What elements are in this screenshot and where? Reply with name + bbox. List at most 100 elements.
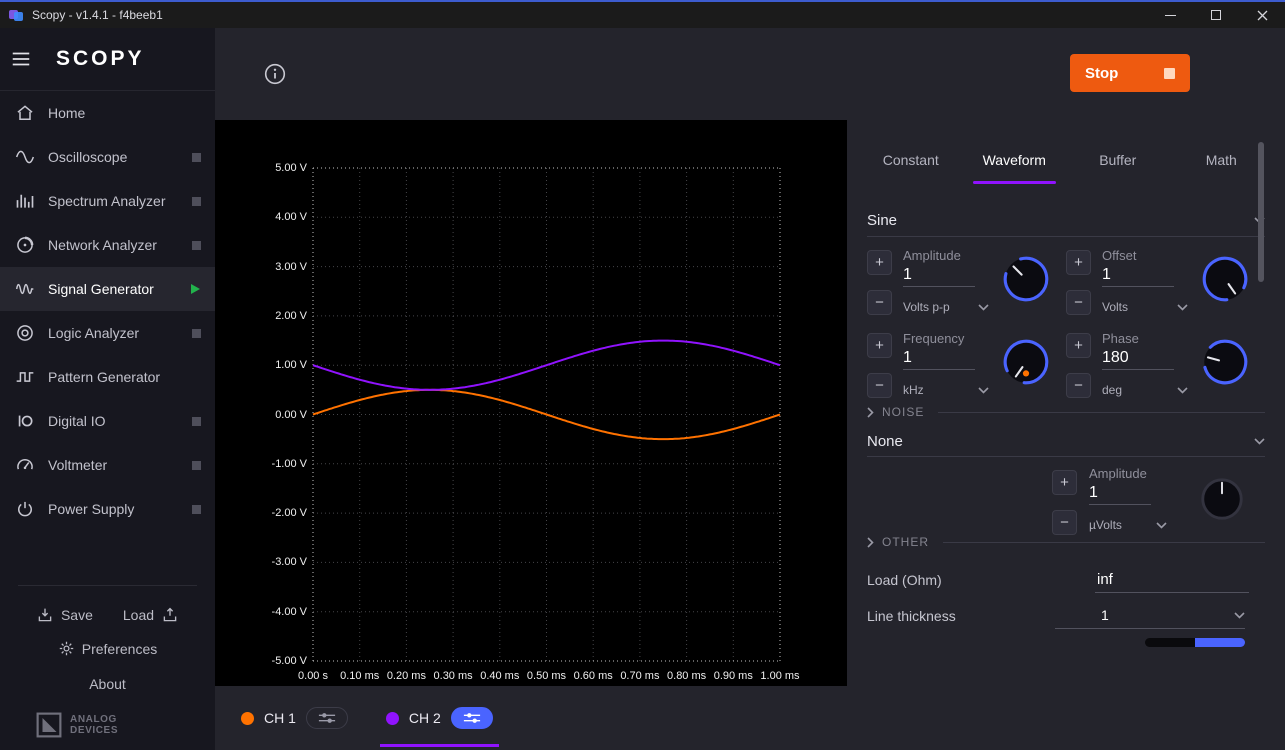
y-axis-tick: -2.00 V	[227, 507, 307, 519]
sidebar-item-logic-analyzer[interactable]: Logic Analyzer	[0, 311, 215, 355]
sidebar-item-label: Power Supply	[48, 501, 134, 517]
brand-line-2: DEVICES	[70, 725, 118, 737]
noise-type-dropdown[interactable]: None	[867, 426, 1265, 457]
noise-section-header[interactable]: NOISE	[867, 404, 1265, 420]
sidebar-header: SCOPY	[0, 28, 215, 90]
x-axis-tick: 1.00 ms	[752, 670, 808, 682]
amplitude-knob[interactable]	[999, 252, 1053, 306]
noise-amplitude-knob[interactable]	[1197, 474, 1247, 524]
sidebar-item-digital-io[interactable]: Digital IO	[0, 399, 215, 443]
noise-amplitude-decrease-button[interactable]: −	[1052, 510, 1077, 535]
y-axis-tick: -3.00 V	[227, 556, 307, 568]
minimize-button[interactable]	[1147, 2, 1193, 28]
sidebar-menu: HomeOscilloscope Spectrum Analyzer Network…	[0, 91, 215, 531]
amplitude-value[interactable]: 1	[903, 266, 975, 287]
run-stop-button[interactable]: Stop	[1070, 54, 1190, 92]
channel-ch-2-settings-toggle[interactable]	[451, 707, 493, 729]
tab-label: Buffer	[1099, 152, 1136, 168]
frequency-decrease-button[interactable]: −	[867, 373, 892, 398]
offset-value[interactable]: 1	[1102, 266, 1174, 287]
info-icon	[264, 63, 286, 85]
maximize-icon	[1211, 10, 1221, 20]
save-icon	[36, 606, 54, 624]
sidebar-item-label: Signal Generator	[48, 281, 154, 297]
channel-ch-1-settings-toggle[interactable]	[306, 707, 348, 729]
panel-scrollbar[interactable]	[1258, 142, 1264, 282]
sidebar-item-pattern-generator[interactable]: Pattern Generator	[0, 355, 215, 399]
sidebar: SCOPY HomeOscilloscope Spectrum Analyzer N…	[0, 28, 215, 750]
sidebar-item-home[interactable]: Home	[0, 91, 215, 135]
noise-amplitude-unit-dropdown[interactable]: µVolts	[1089, 518, 1167, 532]
stopped-indicator-icon	[192, 197, 201, 206]
amplitude-increase-button[interactable]: +	[867, 250, 892, 275]
chevron-down-icon	[1177, 387, 1188, 394]
amplitude-decrease-button[interactable]: −	[867, 290, 892, 315]
channel-bar: CH 1 CH 2	[215, 686, 847, 750]
menu-toggle-button[interactable]	[10, 48, 32, 70]
channel-ch-2-button[interactable]: CH 2	[380, 686, 499, 750]
close-icon	[1257, 10, 1268, 21]
hamburger-icon	[10, 48, 32, 70]
sidebar-item-network-analyzer[interactable]: Network Analyzer	[0, 223, 215, 267]
load-button[interactable]: Load	[123, 606, 179, 624]
signal-plot[interactable]: 5.00 V4.00 V3.00 V2.00 V1.00 V0.00 V-1.0…	[215, 120, 847, 686]
channel-color-dot	[386, 712, 399, 725]
phase-increase-button[interactable]: +	[1066, 333, 1091, 358]
preview-toggle-slider[interactable]	[1145, 638, 1245, 647]
save-button[interactable]: Save	[36, 606, 93, 624]
tab-waveform[interactable]: Waveform	[963, 142, 1067, 178]
chevron-right-icon	[867, 537, 874, 548]
noise-amplitude-value[interactable]: 1	[1089, 484, 1151, 505]
sidebar-item-oscilloscope[interactable]: Oscilloscope	[0, 135, 215, 179]
tab-constant[interactable]: Constant	[859, 142, 963, 178]
y-axis-tick: -5.00 V	[227, 655, 307, 667]
frequency-knob[interactable]	[999, 335, 1053, 389]
stopped-indicator-icon	[192, 461, 201, 470]
window-controls	[1147, 2, 1285, 28]
line-thickness-dropdown[interactable]: 1	[1055, 602, 1245, 629]
frequency-value[interactable]: 1	[903, 349, 975, 370]
brand-line-1: ANALOG	[70, 714, 118, 726]
channel-ch-1-button[interactable]: CH 1	[235, 686, 354, 750]
waveform-type-dropdown[interactable]: Sine	[867, 204, 1265, 237]
amplitude-unit-dropdown[interactable]: Volts p-p	[903, 300, 989, 314]
load-ohm-input[interactable]	[1095, 566, 1249, 593]
noise-amplitude-increase-button[interactable]: +	[1052, 470, 1077, 495]
sidebar-item-power-supply[interactable]: Power Supply	[0, 487, 215, 531]
line-thickness-value: 1	[1101, 607, 1109, 623]
sidebar-item-label: Spectrum Analyzer	[48, 193, 166, 209]
phase-unit-dropdown[interactable]: deg	[1102, 383, 1188, 397]
maximize-button[interactable]	[1193, 2, 1239, 28]
offset-unit-dropdown[interactable]: Volts	[1102, 300, 1188, 314]
info-button[interactable]	[264, 63, 286, 85]
other-section-header[interactable]: OTHER	[867, 534, 1265, 550]
preferences-button[interactable]: Preferences	[58, 640, 157, 657]
tab-buffer[interactable]: Buffer	[1066, 142, 1170, 178]
chevron-right-icon	[867, 407, 874, 418]
phase-knob[interactable]	[1198, 335, 1252, 389]
offset-decrease-button[interactable]: −	[1066, 290, 1091, 315]
close-button[interactable]	[1239, 2, 1285, 28]
oscilloscope-icon	[14, 146, 36, 168]
sidebar-item-voltmeter[interactable]: Voltmeter	[0, 443, 215, 487]
divider	[18, 585, 197, 586]
frequency-unit-dropdown[interactable]: kHz	[903, 383, 989, 397]
control-phase: +−Phase180deg	[1066, 325, 1265, 408]
phase-decrease-button[interactable]: −	[1066, 373, 1091, 398]
chevron-down-icon	[1234, 612, 1245, 619]
chevron-down-icon	[1177, 304, 1188, 311]
save-label: Save	[61, 607, 93, 623]
plot-canvas[interactable]	[215, 120, 847, 686]
offset-knob[interactable]	[1198, 252, 1252, 306]
divider	[938, 412, 1265, 413]
about-button[interactable]: About	[89, 676, 126, 692]
phase-value[interactable]: 180	[1102, 349, 1174, 370]
window-title: Scopy - v1.4.1 - f4beeb1	[32, 8, 163, 22]
offset-label: Offset	[1102, 248, 1136, 263]
sidebar-item-spectrum-analyzer[interactable]: Spectrum Analyzer	[0, 179, 215, 223]
frequency-increase-button[interactable]: +	[867, 333, 892, 358]
offset-increase-button[interactable]: +	[1066, 250, 1091, 275]
chevron-down-icon	[978, 304, 989, 311]
window-titlebar: Scopy - v1.4.1 - f4beeb1	[0, 0, 1285, 28]
sidebar-item-signal-generator[interactable]: Signal Generator	[0, 267, 215, 311]
